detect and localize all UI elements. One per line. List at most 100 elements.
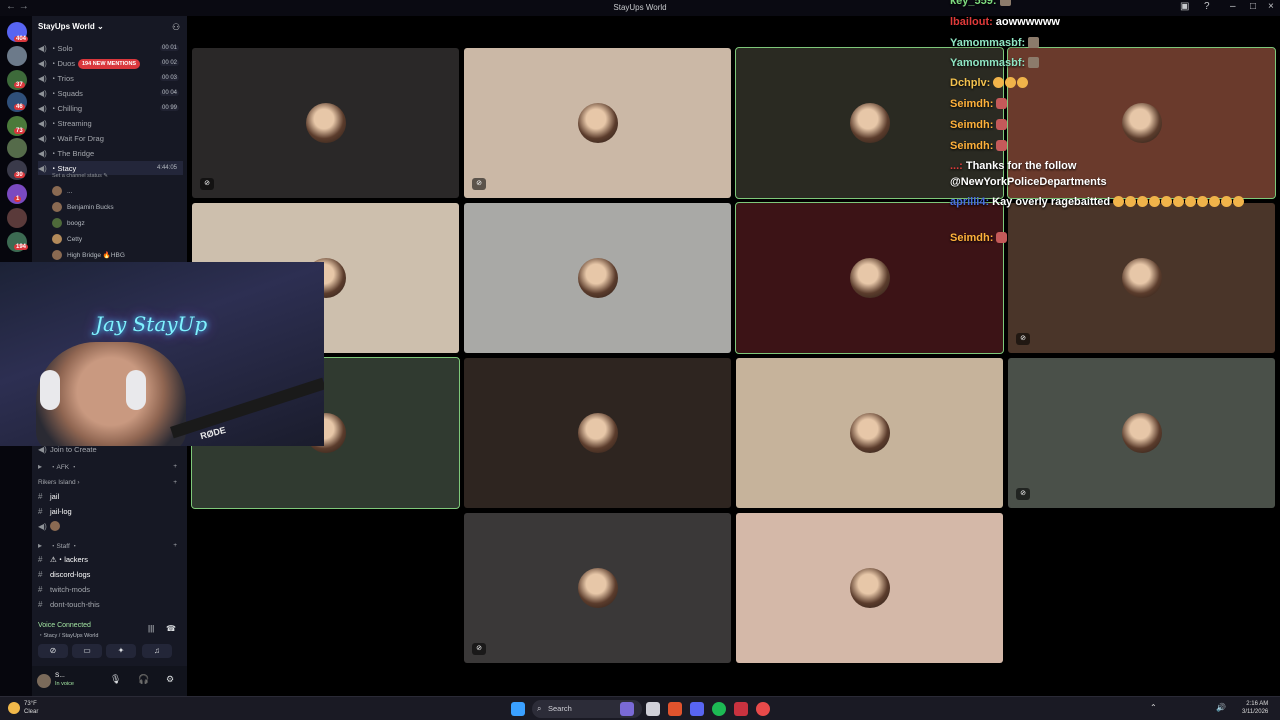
video-tile[interactable]: ⊘ bbox=[464, 513, 731, 663]
weather-icon[interactable] bbox=[8, 702, 20, 714]
voice-channel[interactable]: ◀) ・Chilling 00 99 bbox=[38, 101, 183, 115]
voice-channel[interactable]: ◀) ・Streaming bbox=[38, 116, 183, 130]
video-tile[interactable]: ⊘ bbox=[1008, 358, 1275, 508]
category-rikers[interactable]: Rikers Island › + bbox=[38, 475, 183, 489]
channel-label: ・Chilling bbox=[50, 103, 83, 113]
chat-username[interactable]: Seimdh: bbox=[950, 119, 993, 131]
avatar bbox=[52, 250, 62, 260]
channel-label: ・The Bridge bbox=[50, 148, 95, 158]
hash-icon: # bbox=[38, 491, 43, 501]
server-badge: 73 bbox=[14, 128, 25, 134]
video-tile[interactable]: ⊘ bbox=[464, 48, 731, 198]
speaker-icon: ◀) bbox=[38, 73, 47, 83]
chat-username[interactable]: lbailout: bbox=[950, 16, 993, 28]
noise-suppression-icon[interactable]: ||| bbox=[148, 624, 154, 633]
add-channel-icon[interactable]: + bbox=[173, 463, 177, 470]
add-channel-icon[interactable]: + bbox=[173, 542, 177, 549]
chat-username[interactable]: Seimdh: bbox=[950, 140, 993, 152]
server-icon[interactable] bbox=[7, 138, 27, 158]
video-tile[interactable] bbox=[464, 358, 731, 508]
voice-channel[interactable]: ◀) ・Wait For Drag bbox=[38, 131, 183, 145]
server-badge: 30 bbox=[14, 172, 25, 178]
member-name: Cetty bbox=[67, 235, 83, 243]
brave-browser-icon[interactable] bbox=[668, 702, 682, 716]
weather-widget[interactable]: 73°F Clear bbox=[24, 700, 38, 716]
video-tile[interactable] bbox=[736, 513, 1003, 663]
spotify-icon[interactable] bbox=[712, 702, 726, 716]
tray-chevron-icon[interactable]: ⌃ bbox=[1150, 703, 1157, 712]
text-channel[interactable]: # jail-log bbox=[38, 504, 183, 518]
channel-label: ・Duos bbox=[50, 58, 76, 68]
muted-icon: ⊘ bbox=[472, 643, 486, 655]
voice-member[interactable]: Benjamin Bucks bbox=[52, 200, 114, 214]
screen-share-button[interactable]: ▭ bbox=[72, 644, 102, 658]
chat-message: aprilli4: Kay overly ragebaitted bbox=[950, 196, 1270, 208]
muted-icon: ⊘ bbox=[1016, 333, 1030, 345]
chat-username[interactable]: Yamommasbf: bbox=[950, 57, 1025, 69]
voice-member[interactable]: boogz bbox=[52, 216, 85, 230]
server-icon[interactable] bbox=[7, 208, 27, 228]
emote-icon bbox=[1185, 196, 1197, 207]
guild-name[interactable]: StayUps World ⌄ bbox=[38, 22, 104, 31]
channel-label: ・Squads bbox=[50, 88, 83, 98]
video-tile[interactable] bbox=[736, 358, 1003, 508]
soundboard-button[interactable]: ♫ bbox=[142, 644, 172, 658]
settings-gear-icon[interactable]: ⚙ bbox=[166, 674, 174, 685]
chat-message: Seimdh: bbox=[950, 140, 1008, 152]
voice-channel[interactable]: ◀) ・Trios 00 03 bbox=[38, 71, 183, 85]
text-channel[interactable]: # jail bbox=[38, 489, 183, 503]
emote-icon bbox=[1017, 77, 1029, 88]
volume-icon[interactable]: 🔊 bbox=[1216, 703, 1226, 712]
voice-connected-label[interactable]: Voice Connected bbox=[38, 622, 91, 629]
disconnect-icon[interactable]: ☎ bbox=[166, 624, 176, 633]
emote-icon bbox=[1028, 57, 1040, 68]
mentions-badge[interactable]: 194 NEW MENTIONS bbox=[78, 59, 141, 69]
text-channel[interactable]: # dont-touch-this bbox=[38, 597, 183, 611]
add-channel-icon[interactable]: + bbox=[173, 479, 177, 486]
camera-button[interactable]: ⊘ bbox=[38, 644, 68, 658]
adobe-icon[interactable] bbox=[734, 702, 748, 716]
file-explorer-icon[interactable] bbox=[646, 702, 660, 716]
text-channel[interactable]: # ⚠・lackers bbox=[38, 552, 183, 566]
voice-channel[interactable]: ◀) ・The Bridge bbox=[38, 146, 183, 160]
emote-icon bbox=[1005, 77, 1017, 88]
chat-username[interactable]: Dchplv: bbox=[950, 77, 990, 89]
chat-message: Yamommasbf: bbox=[950, 37, 1040, 49]
emote-icon bbox=[1125, 196, 1137, 207]
voice-connected-sub[interactable]: ・Stacy / StayUps World bbox=[38, 631, 98, 639]
text-channel[interactable]: # discord-logs bbox=[38, 567, 183, 581]
chat-username[interactable]: aprilli4: bbox=[950, 196, 989, 208]
voice-channel[interactable]: ◀) ・Squads 00 04 bbox=[38, 86, 183, 100]
start-icon[interactable] bbox=[511, 702, 525, 716]
chat-username[interactable]: key_559: bbox=[950, 0, 997, 7]
category-afk[interactable]: ▸ ・AFK ・ + bbox=[38, 459, 183, 473]
copilot-icon[interactable] bbox=[620, 702, 634, 716]
voice-channel[interactable]: ◀) ・Solo 00 01 bbox=[38, 41, 183, 55]
activities-button[interactable]: ✦ bbox=[106, 644, 136, 658]
obs-icon[interactable] bbox=[756, 702, 770, 716]
chat-message: @NewYorkPoliceDepartments bbox=[950, 176, 1107, 188]
chat-username[interactable]: ...: bbox=[950, 160, 963, 172]
voice-member[interactable]: Cetty bbox=[52, 232, 82, 246]
microphone-icon[interactable]: 🎙 bbox=[110, 674, 121, 685]
discord-icon[interactable] bbox=[690, 702, 704, 716]
video-tile[interactable] bbox=[464, 203, 731, 353]
speaker-icon: ◀) bbox=[38, 118, 47, 128]
avatar[interactable] bbox=[37, 674, 51, 688]
chat-username[interactable]: Seimdh: bbox=[950, 232, 993, 244]
channel-status-hint[interactable]: Set a channel status ✎ bbox=[52, 173, 108, 179]
chat-text: @NewYorkPoliceDepartments bbox=[950, 176, 1107, 188]
server-icon[interactable] bbox=[7, 46, 27, 66]
add-member-icon[interactable]: ⚇ bbox=[172, 22, 180, 33]
voice-channel[interactable]: ◀) bbox=[38, 519, 183, 533]
headphones-icon[interactable]: 🎧 bbox=[138, 674, 149, 685]
category-staff[interactable]: ▸ ・Staff ・ + bbox=[38, 538, 183, 552]
taskbar-clock[interactable]: 2:16 AM 3/11/2026 bbox=[1242, 700, 1268, 716]
chat-username[interactable]: Yamommasbf: bbox=[950, 37, 1025, 49]
video-tile[interactable]: ⊘ bbox=[192, 48, 459, 198]
voice-member[interactable]: High Bridge 🔥HBG bbox=[52, 248, 125, 262]
chat-username[interactable]: Seimdh: bbox=[950, 98, 993, 110]
voice-member[interactable]: ... bbox=[52, 184, 72, 198]
text-channel[interactable]: # twitch-mods bbox=[38, 582, 183, 596]
channel-label: twitch-mods bbox=[50, 584, 91, 594]
